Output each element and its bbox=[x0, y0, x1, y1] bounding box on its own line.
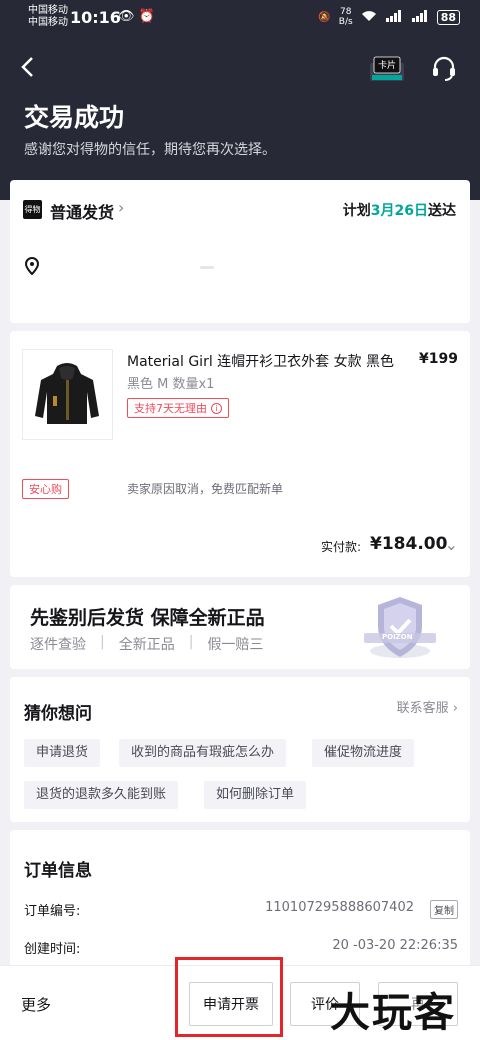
highlight-box bbox=[175, 957, 283, 1037]
page-title: 交易成功 bbox=[24, 103, 125, 132]
faq-card: 猜你想问 联系客服 › 申请退货 收到的商品有瑕疵怎么办 催促物流进度 退货的退… bbox=[10, 677, 470, 822]
product-price: ¥199 bbox=[419, 351, 458, 367]
carrier-1: 中国移动 bbox=[28, 5, 68, 16]
signal-icon bbox=[385, 9, 403, 25]
product-name[interactable]: Material Girl 连帽开衫卫衣外套 女款 黑色 bbox=[127, 351, 394, 371]
more-button[interactable]: 更多 bbox=[21, 994, 51, 1015]
order-info-title: 订单信息 bbox=[24, 861, 92, 881]
alarm-icon: ⏰ bbox=[138, 9, 159, 24]
carrier-2: 中国移动 bbox=[28, 17, 68, 28]
order-number-value: 110107295888607402 bbox=[265, 900, 414, 915]
card-icon[interactable]: 卡片 bbox=[368, 55, 406, 83]
info-icon: i bbox=[211, 402, 222, 414]
page-subtitle: 感谢您对得物的信任，期待您再次选择。 bbox=[24, 142, 276, 158]
faq-chip[interactable]: 催促物流进度 bbox=[312, 739, 415, 767]
wifi-icon bbox=[361, 10, 377, 25]
return-policy-tag[interactable]: 支持7天无理由 i bbox=[127, 398, 229, 418]
location-pin-icon bbox=[24, 256, 40, 276]
signal-icon-2 bbox=[411, 9, 429, 25]
mute-icon: 🔕 bbox=[318, 11, 331, 23]
created-time-label: 创建时间: bbox=[24, 942, 81, 957]
safe-buy-text: 卖家原因取消，免费匹配新单 bbox=[127, 482, 284, 496]
shipping-type[interactable]: 普通发货 bbox=[50, 199, 114, 223]
faq-chip[interactable]: 退货的退款多久能到账 bbox=[24, 781, 179, 809]
point-1: 逐件查验 bbox=[30, 637, 86, 653]
status-bar: 中国移动 中国移动 10:16 👁⏰ 🔕 78 B/s 88 bbox=[0, 0, 480, 36]
copy-button[interactable]: 复制 bbox=[430, 900, 458, 919]
net-speed: 78 B/s bbox=[338, 7, 353, 27]
product-spec: 黑色 M 数量x1 bbox=[127, 377, 215, 392]
faq-chip[interactable]: 申请退货 bbox=[24, 739, 101, 767]
header: 中国移动 中国移动 10:16 👁⏰ 🔕 78 B/s 88 卡片 交易成功 感… bbox=[0, 0, 480, 200]
chevron-right-icon[interactable]: › bbox=[118, 198, 124, 217]
badge-text: POIZON bbox=[382, 633, 413, 641]
point-2: 全新正品 bbox=[118, 637, 175, 653]
chevron-down-icon[interactable]: ⌄ bbox=[445, 535, 458, 554]
back-icon[interactable] bbox=[16, 52, 40, 82]
faq-title: 猜你想问 bbox=[24, 704, 92, 724]
watermark: 大玩客 bbox=[330, 989, 456, 1036]
battery-icon: 88 bbox=[436, 9, 460, 25]
clock: 10:16 bbox=[70, 8, 121, 27]
created-time-value: 20 -03-20 22:26:35 bbox=[332, 938, 458, 953]
faq-chip[interactable]: 如何删除订单 bbox=[204, 781, 307, 809]
shield-badge-icon: POIZON bbox=[356, 593, 444, 663]
authenticity-banner[interactable]: 先鉴别后发货 保障全新正品 逐件查验 | 全新正品 | 假一赔三 POIZON bbox=[10, 585, 470, 669]
authenticity-title: 先鉴别后发货 保障全新正品 bbox=[30, 607, 265, 629]
delivery-plan: 计划3月26日送达 bbox=[342, 203, 456, 219]
authenticity-points: 逐件查验 | 全新正品 | 假一赔三 bbox=[30, 634, 264, 653]
contact-service-link[interactable]: 联系客服 › bbox=[397, 697, 458, 716]
card-label: 卡片 bbox=[378, 61, 397, 71]
safe-buy-badge: 安心购 bbox=[22, 479, 69, 499]
point-3: 假一赔三 bbox=[207, 637, 264, 653]
shipping-card: 得物 普通发货 › 计划3月26日送达 bbox=[10, 180, 470, 323]
address-redacted bbox=[200, 266, 214, 269]
status-icons: 👁⏰ bbox=[118, 9, 159, 24]
status-right: 🔕 78 B/s 88 bbox=[318, 7, 460, 27]
product-image[interactable] bbox=[22, 349, 113, 440]
customer-service-icon[interactable] bbox=[430, 54, 458, 82]
faq-chip[interactable]: 收到的商品有瑕疵怎么办 bbox=[119, 739, 287, 767]
eye-icon: 👁 bbox=[118, 9, 139, 24]
dewu-logo: 得物 bbox=[23, 200, 42, 219]
paid-label: 实付款: bbox=[321, 540, 362, 554]
paid-amount: ¥184.00 bbox=[370, 534, 448, 554]
carrier-info: 中国移动 中国移动 bbox=[28, 5, 68, 29]
order-number-label: 订单编号: bbox=[24, 904, 81, 919]
product-card: Material Girl 连帽开衫卫衣外套 女款 黑色 ¥199 黑色 M 数… bbox=[10, 331, 470, 577]
